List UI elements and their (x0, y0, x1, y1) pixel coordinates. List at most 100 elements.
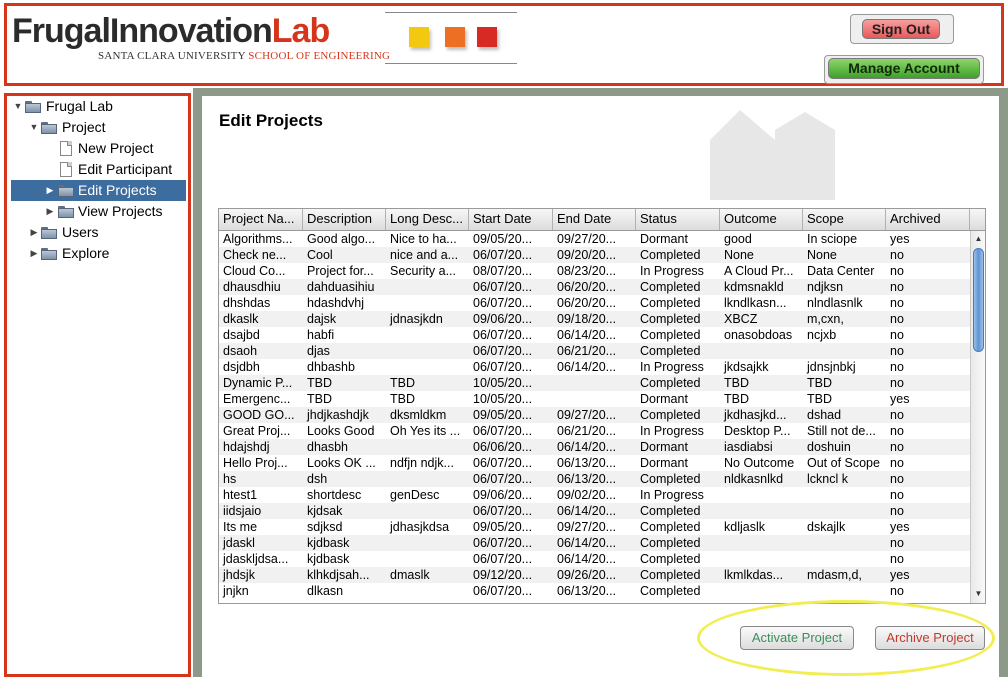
column-header[interactable]: End Date (553, 209, 636, 230)
vertical-scrollbar[interactable]: ▲ ▼ (970, 231, 985, 603)
table-cell: doshuin (807, 440, 851, 454)
table-cell: 08/23/20... (557, 264, 617, 278)
table-cell: yes (890, 520, 910, 534)
table-cell: Completed (640, 280, 701, 294)
table-cell: GOOD GO... (223, 408, 295, 422)
table-row[interactable]: Great Proj... Looks Good Oh Yes its ... 06/… (219, 423, 970, 439)
table-row[interactable]: jnjkn dlkasn 06/07/20... 06/13/20... Complet… (219, 583, 970, 599)
table-row[interactable]: jhdsjk klhkdjsah... dmaslk 09/12/20... 09/26… (219, 567, 970, 583)
page-title: Edit Projects (219, 111, 323, 130)
column-header[interactable]: Long Desc... (386, 209, 469, 230)
scroll-down-arrow-icon[interactable]: ▼ (971, 587, 985, 601)
table-cell (386, 551, 469, 567)
table-row[interactable]: hs dsh 06/07/20... 06/13/20... Completed nldk… (219, 471, 970, 487)
table-row[interactable]: GOOD GO... jhdjkashdjk dksmldkm 09/05/20...… (219, 407, 970, 423)
table-cell: 10/05/20... (473, 392, 533, 406)
table-cell: dhasbh (307, 440, 349, 454)
table-cell: dsh (307, 472, 328, 486)
table-cell: Completed (640, 552, 701, 566)
table-row[interactable]: dsjdbh dhbashb 06/07/20... 06/14/20... In Pr… (219, 359, 970, 375)
table-cell: Completed (640, 312, 701, 326)
table-cell: kdljaslk (724, 520, 765, 534)
table-cell: iidsjaio (223, 504, 262, 518)
table-cell: In sciope (807, 232, 858, 246)
table-cell: habfi (307, 328, 335, 342)
table-cell: jnjkn (223, 584, 249, 598)
column-header[interactable]: Outcome (720, 209, 803, 230)
table-cell: Completed (640, 408, 701, 422)
table-cell: jdnsjnbkj (807, 360, 856, 374)
archive-project-button[interactable]: Archive Project (875, 626, 985, 650)
table-cell (386, 439, 469, 455)
table-row[interactable]: Algorithms... Good algo... Nice to ha... 09… (219, 231, 970, 247)
table-cell (386, 327, 469, 343)
table-cell: ndjksn (807, 280, 844, 294)
table-cell: no (890, 376, 904, 390)
table-body: Algorithms... Good algo... Nice to ha... 09… (219, 231, 970, 603)
table-header: Project Na... Description Long Desc... Star… (219, 209, 970, 231)
table-row[interactable]: dsaoh djas 06/07/20... 06/21/20... Completed… (219, 343, 970, 359)
table-cell: 09/27/20... (557, 408, 617, 422)
table-cell: dhshdas (223, 296, 271, 310)
table-cell: Completed (640, 584, 701, 598)
table-row[interactable]: Cloud Co... Project for... Security a... 08… (219, 263, 970, 279)
table-cell: 06/14/20... (557, 328, 617, 342)
column-header[interactable]: Start Date (469, 209, 553, 230)
table-row[interactable]: jdaskljdsa... kjdbask 06/07/20... 06/14/20.… (219, 551, 970, 567)
table-cell: dkaslk (223, 312, 259, 326)
table-cell: Completed (640, 328, 701, 342)
column-header[interactable]: Status (636, 209, 720, 230)
scroll-up-arrow-icon[interactable]: ▲ (971, 232, 985, 246)
activate-project-button[interactable]: Activate Project (740, 626, 854, 650)
table-cell: dahduasihiu (307, 280, 375, 294)
manage-account-button[interactable]: Manage Account (828, 58, 980, 79)
table-row[interactable]: Its me sdjksd jdhasjkdsa 09/05/20... 09/27/2… (219, 519, 970, 535)
table-cell: 06/21/20... (557, 344, 617, 358)
scrollbar-thumb[interactable] (973, 248, 984, 352)
table-cell: 06/14/20... (557, 440, 617, 454)
table-cell (720, 535, 803, 551)
table-cell: Data Center (807, 264, 875, 278)
table-cell (803, 551, 886, 567)
table-cell: iasdiabsi (724, 440, 773, 454)
column-header[interactable]: Scope (803, 209, 886, 230)
column-header[interactable]: Description (303, 209, 386, 230)
table-cell: dsajbd (223, 328, 260, 342)
table-cell: Nice to ha... (390, 232, 457, 246)
table-row[interactable]: Check ne... Cool nice and a... 06/07/20... 0… (219, 247, 970, 263)
table-cell: Dormant (640, 232, 688, 246)
table-cell: jdaskljdsa... (223, 552, 289, 566)
table-cell: Completed (640, 520, 701, 534)
table-cell: 06/14/20... (557, 504, 617, 518)
table-cell: 06/07/20... (473, 584, 533, 598)
table-row[interactable]: dkaslk dajsk jdnasjkdn 09/06/20... 09/18/20.… (219, 311, 970, 327)
table-row[interactable]: dhshdas hdashdvhj 06/07/20... 06/20/20... Co… (219, 295, 970, 311)
column-header[interactable]: Project Na... (219, 209, 303, 230)
table-cell (386, 503, 469, 519)
table-row[interactable]: Emergenc... TBD TBD 10/05/20... Dormant TBD TB… (219, 391, 970, 407)
table-row[interactable]: dhausdhiu dahduasihiu 06/07/20... 06/20/20.… (219, 279, 970, 295)
table-cell: jdhasjkdsa (390, 520, 450, 534)
table-row[interactable]: hdajshdj dhasbh 06/06/20... 06/14/20... Dorm… (219, 439, 970, 455)
table-cell: Out of Scope (807, 456, 880, 470)
table-row[interactable]: Hello Proj... Looks OK ... ndfjn ndjk... 06… (219, 455, 970, 471)
table-cell: no (890, 296, 904, 310)
table-cell: A Cloud Pr... (724, 264, 794, 278)
table-cell: hdashdvhj (307, 296, 364, 310)
table-cell: Great Proj... (223, 424, 291, 438)
table-cell: 06/07/20... (473, 504, 533, 518)
table-row[interactable]: dsajbd habfi 06/07/20... 06/14/20... Complet… (219, 327, 970, 343)
table-row[interactable]: jdaskl kjdbask 06/07/20... 06/14/20... Compl… (219, 535, 970, 551)
table-row[interactable]: iidsjaio kjdsak 06/07/20... 06/14/20... Comp… (219, 503, 970, 519)
column-header[interactable]: Archived (886, 209, 970, 230)
table-cell: jkdsajkk (724, 360, 769, 374)
sign-out-button[interactable]: Sign Out (862, 19, 940, 39)
table-row[interactable]: Dynamic P... TBD TBD 10/05/20... Completed TB… (219, 375, 970, 391)
table-cell: dhbashb (307, 360, 355, 374)
table-cell (386, 583, 469, 599)
table-cell: m,cxn, (807, 312, 844, 326)
table-row[interactable]: htest1 shortdesc genDesc 09/06/20... 09/02/2… (219, 487, 970, 503)
table-cell: TBD (307, 376, 332, 390)
table-cell: 09/27/20... (557, 232, 617, 246)
table-cell: shortdesc (307, 488, 362, 502)
